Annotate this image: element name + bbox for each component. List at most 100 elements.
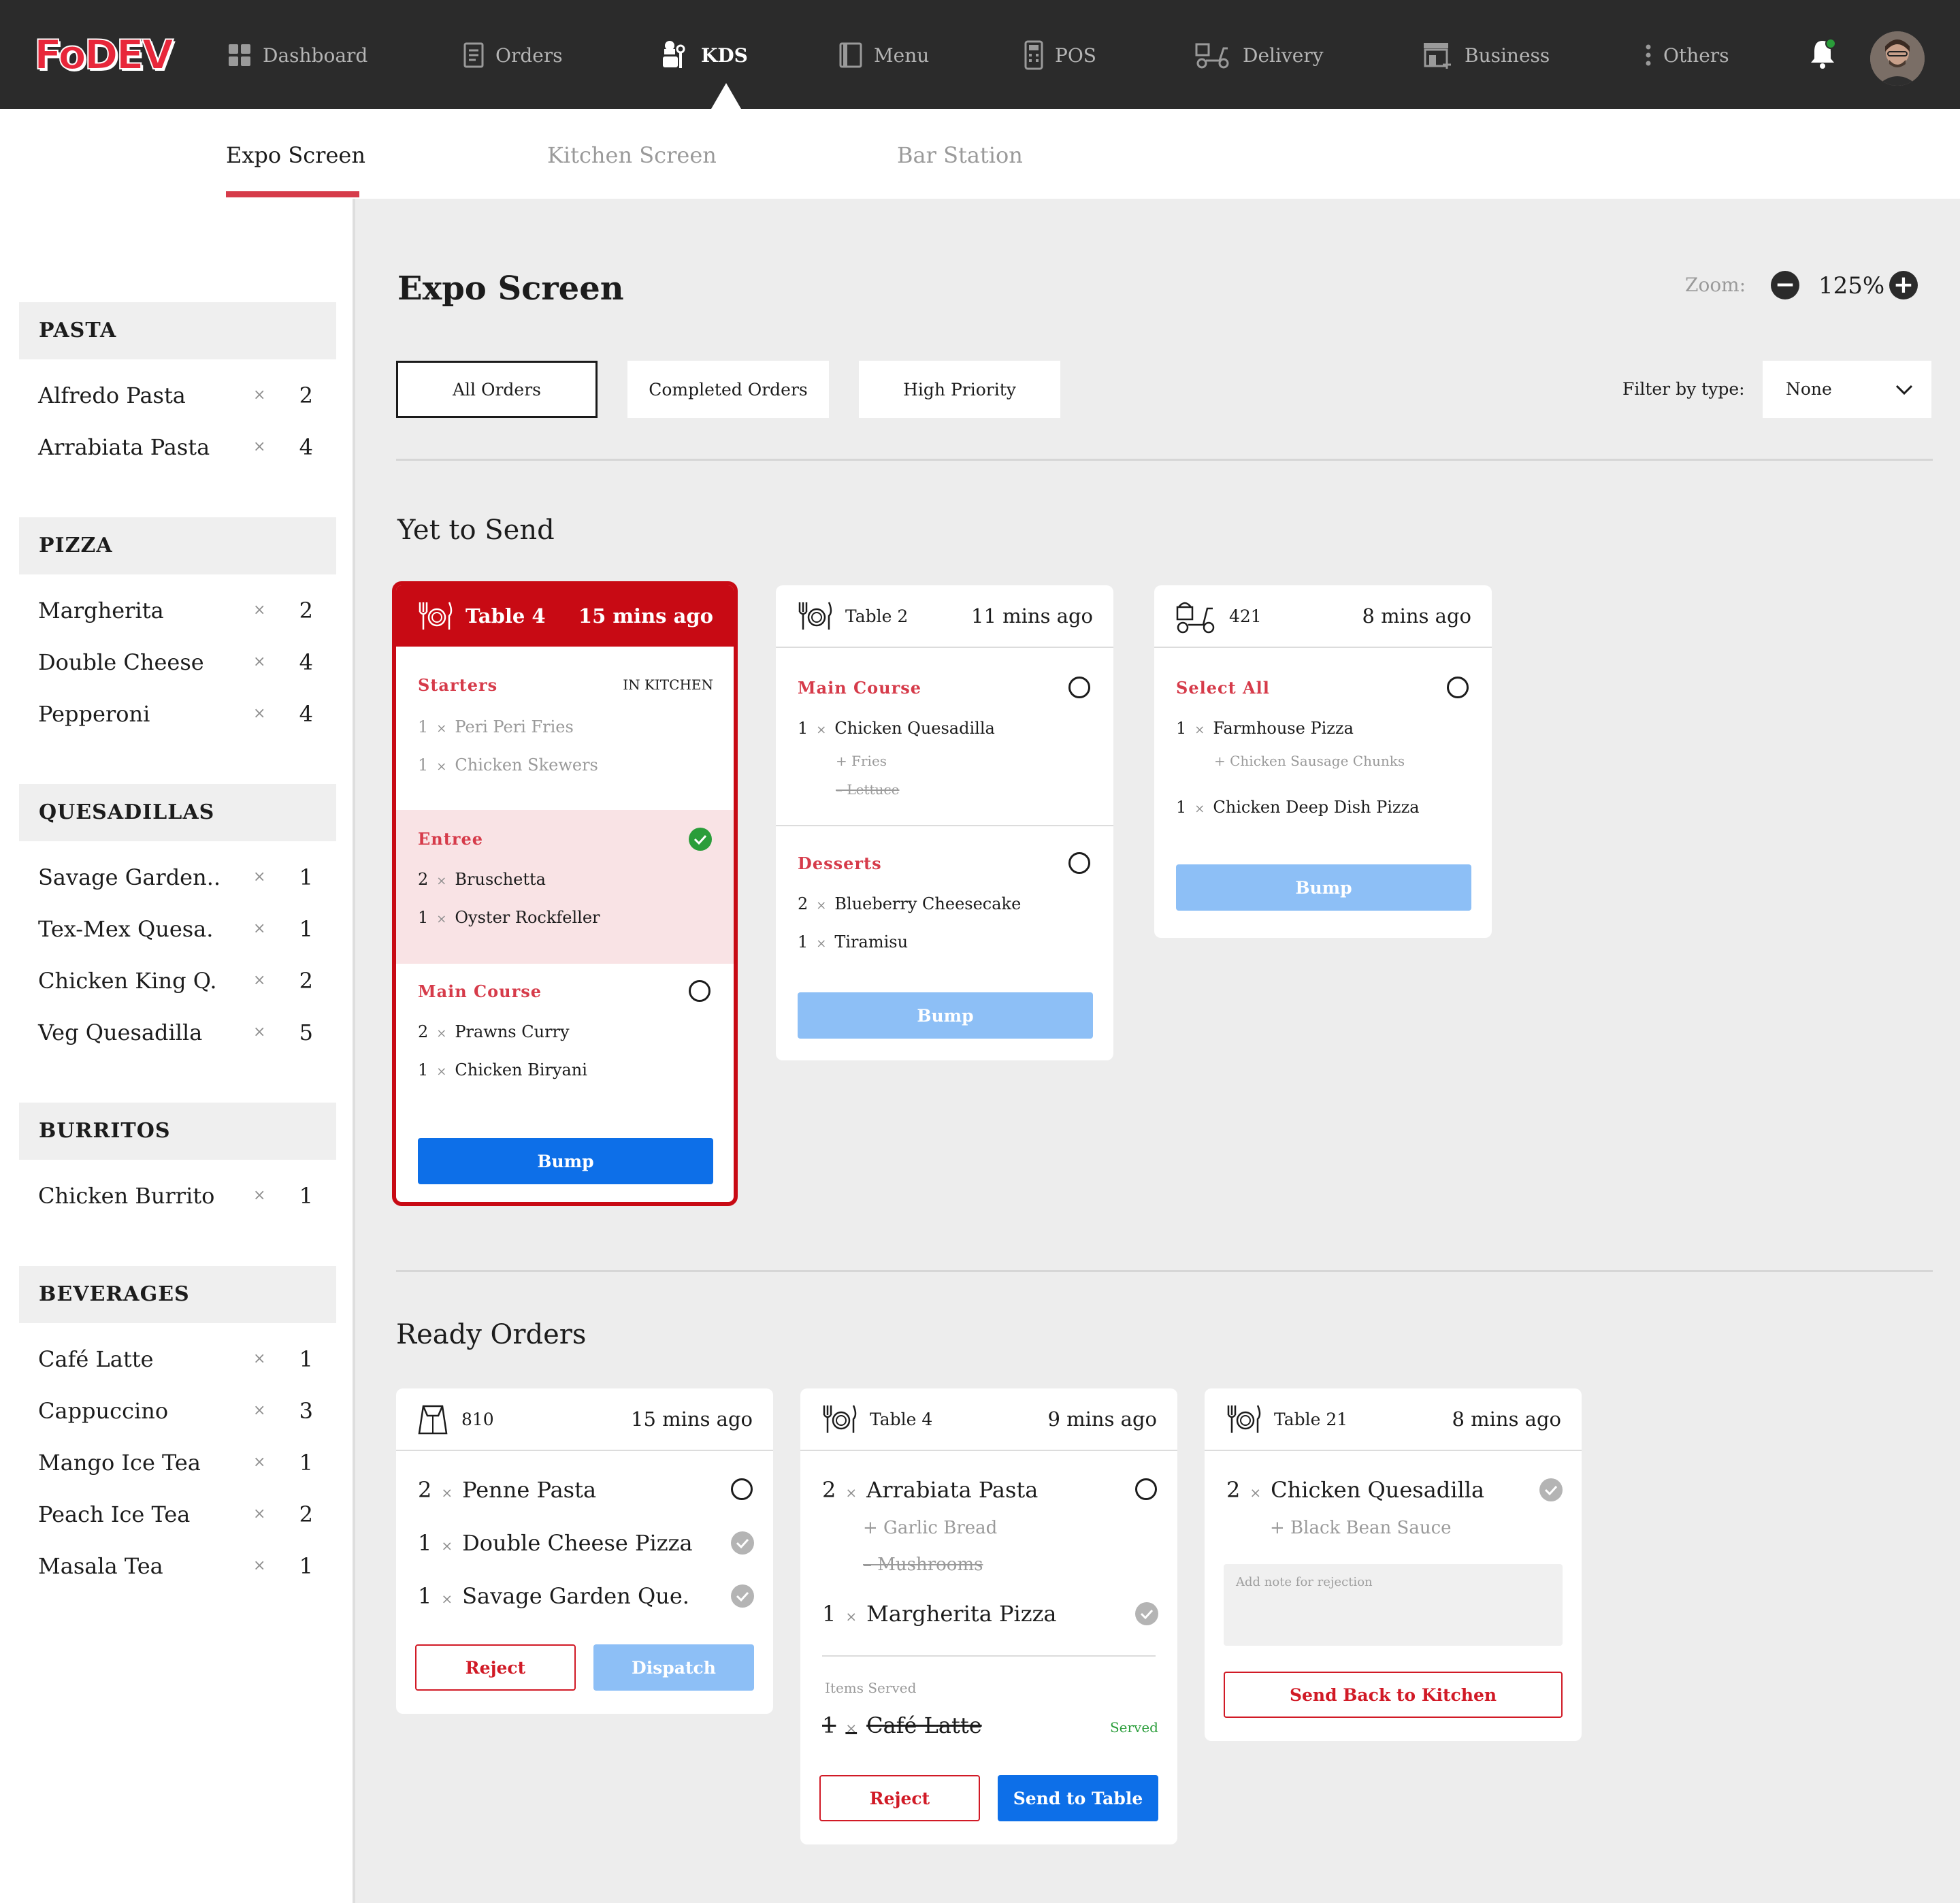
select-item-radio[interactable] xyxy=(1135,1478,1157,1500)
order-item: 1 × Tiramisu xyxy=(798,932,909,952)
sidebar-item[interactable]: Savage Garden.. × 1 xyxy=(38,860,324,894)
zoom-in-button[interactable]: + xyxy=(1889,271,1918,299)
delivery-scooter-icon xyxy=(1195,43,1229,69)
check-icon[interactable] xyxy=(1539,1478,1563,1501)
check-icon[interactable] xyxy=(1135,1602,1158,1625)
menu-book-icon xyxy=(839,42,862,68)
nav-orders[interactable]: Orders xyxy=(463,34,563,76)
reject-button[interactable]: Reject xyxy=(415,1644,576,1691)
item-qty: 2 xyxy=(299,1501,313,1527)
bump-button[interactable]: Bump xyxy=(418,1138,713,1184)
tab-kitchen-screen[interactable]: Kitchen Screen xyxy=(547,140,717,170)
item-name: Veg Quesadilla xyxy=(38,1020,203,1045)
divider xyxy=(396,459,1933,461)
card-header: 810 15 mins ago xyxy=(396,1388,773,1451)
nav-delivery[interactable]: Delivery xyxy=(1194,34,1324,76)
course-label: Entree xyxy=(418,829,484,849)
times-sign: × xyxy=(253,1187,266,1204)
avatar-image xyxy=(1870,31,1925,86)
select-item-radio[interactable] xyxy=(731,1478,753,1500)
nav-others[interactable]: Others xyxy=(1644,34,1729,76)
sidebar-item[interactable]: Tex-Mex Quesa. × 1 xyxy=(38,912,324,946)
user-avatar[interactable] xyxy=(1870,31,1925,86)
sidebar-item[interactable]: Chicken Burrito × 1 xyxy=(38,1179,324,1213)
sidebar-item[interactable]: Veg Quesadilla × 5 xyxy=(38,1015,324,1050)
card-header: Table 4 9 mins ago xyxy=(800,1388,1177,1451)
nav-kds[interactable]: KDS xyxy=(659,34,748,76)
order-item: 2 × Arrabiata Pasta xyxy=(822,1477,1039,1503)
sidebar-item[interactable]: Café Latte × 1 xyxy=(38,1342,324,1376)
times-sign: × xyxy=(253,1402,266,1419)
sidebar-item[interactable]: Margherita × 2 xyxy=(38,593,324,628)
select-all-label[interactable]: Select All xyxy=(1176,678,1270,698)
sidebar-item[interactable]: Peach Ice Tea × 2 xyxy=(38,1497,324,1531)
sidebar-item[interactable]: Mango Ice Tea × 1 xyxy=(38,1446,324,1480)
sidebar-item[interactable]: Masala Tea × 1 xyxy=(38,1549,324,1583)
card-time: 15 mins ago xyxy=(631,1408,753,1431)
filter-type-value: None xyxy=(1786,379,1832,399)
select-course-radio[interactable] xyxy=(1068,677,1090,698)
sidebar-item[interactable]: Cappuccino × 3 xyxy=(38,1394,324,1428)
card-header: Table 2 11 mins ago xyxy=(776,585,1113,648)
nav-label: Dashboard xyxy=(263,44,368,67)
brand-logo[interactable]: FoDEV xyxy=(33,32,174,78)
times-sign: × xyxy=(253,920,266,937)
category-header-beverages: BEVERAGES xyxy=(19,1266,336,1323)
check-icon[interactable] xyxy=(689,828,712,851)
check-icon[interactable] xyxy=(731,1584,754,1608)
dine-in-plate-icon xyxy=(798,602,832,630)
category-header-pizza: PIZZA xyxy=(19,517,336,574)
card-time: 9 mins ago xyxy=(1047,1408,1157,1431)
order-item: 1 × Oyster Rockfeller xyxy=(418,908,600,927)
bump-button[interactable]: Bump xyxy=(798,992,1093,1039)
zoom-out-button[interactable]: − xyxy=(1771,271,1799,299)
sidebar-item[interactable]: Pepperoni × 4 xyxy=(38,697,324,731)
sidebar-item[interactable]: Arrabiata Pasta × 4 xyxy=(38,430,324,464)
sidebar-item[interactable]: Chicken King Q. × 2 xyxy=(38,964,324,998)
send-back-to-kitchen-button[interactable]: Send Back to Kitchen xyxy=(1224,1672,1563,1718)
order-item: 2 × Penne Pasta xyxy=(418,1477,597,1503)
item-modifier-removed: – Mushrooms xyxy=(863,1555,983,1575)
tab-expo-screen[interactable]: Expo Screen xyxy=(226,140,365,170)
card-title: 421 xyxy=(1229,606,1262,626)
item-qty: 2 xyxy=(299,383,313,408)
filter-high-priority[interactable]: High Priority xyxy=(859,361,1060,418)
divider xyxy=(776,825,1113,826)
select-course-radio[interactable] xyxy=(689,980,710,1002)
nav-menu[interactable]: Menu xyxy=(838,34,929,76)
notification-bell-icon[interactable] xyxy=(1808,37,1838,71)
send-to-table-button[interactable]: Send to Table xyxy=(998,1775,1158,1821)
nav-dashboard[interactable]: Dashboard xyxy=(227,34,368,76)
order-item: 1 × Chicken Quesadilla xyxy=(798,719,995,738)
tab-bar-station[interactable]: Bar Station xyxy=(897,140,1023,170)
active-nav-caret xyxy=(711,83,741,109)
sidebar-item[interactable]: Alfredo Pasta × 2 xyxy=(38,378,324,412)
rejection-note-input[interactable]: Add note for rejection xyxy=(1224,1564,1563,1646)
order-item: 1 × Chicken Deep Dish Pizza xyxy=(1176,798,1420,817)
filter-all-orders[interactable]: All Orders xyxy=(396,361,598,418)
active-tab-underline xyxy=(226,191,359,197)
nav-business[interactable]: Business xyxy=(1421,34,1550,76)
select-course-radio[interactable] xyxy=(1068,852,1090,874)
card-time: 15 mins ago xyxy=(578,604,713,628)
nav-pos[interactable]: POS xyxy=(1024,34,1096,76)
item-name: Cappuccino xyxy=(38,1398,169,1424)
item-modifier: + Black Bean Sauce xyxy=(1270,1518,1452,1538)
reject-button[interactable]: Reject xyxy=(819,1775,980,1821)
check-icon[interactable] xyxy=(731,1531,754,1555)
section-title-ready-orders: Ready Orders xyxy=(396,1319,587,1350)
dispatch-button[interactable]: Dispatch xyxy=(593,1644,754,1691)
course-label: Main Course xyxy=(798,678,922,698)
pos-terminal-icon xyxy=(1024,40,1043,70)
card-header: Table 21 8 mins ago xyxy=(1205,1388,1582,1451)
sidebar-item[interactable]: Double Cheese × 4 xyxy=(38,645,324,679)
select-all-radio[interactable] xyxy=(1447,677,1469,698)
item-name: Peach Ice Tea xyxy=(38,1501,191,1527)
filter-type-label: Filter by type: xyxy=(1622,379,1745,399)
divider xyxy=(822,1655,1156,1657)
filter-type-select[interactable]: None xyxy=(1763,361,1931,418)
filter-completed-orders[interactable]: Completed Orders xyxy=(627,361,829,418)
order-item: 1 × Savage Garden Que. xyxy=(418,1583,689,1609)
nav-label: KDS xyxy=(701,44,748,67)
bump-button[interactable]: Bump xyxy=(1176,864,1471,911)
